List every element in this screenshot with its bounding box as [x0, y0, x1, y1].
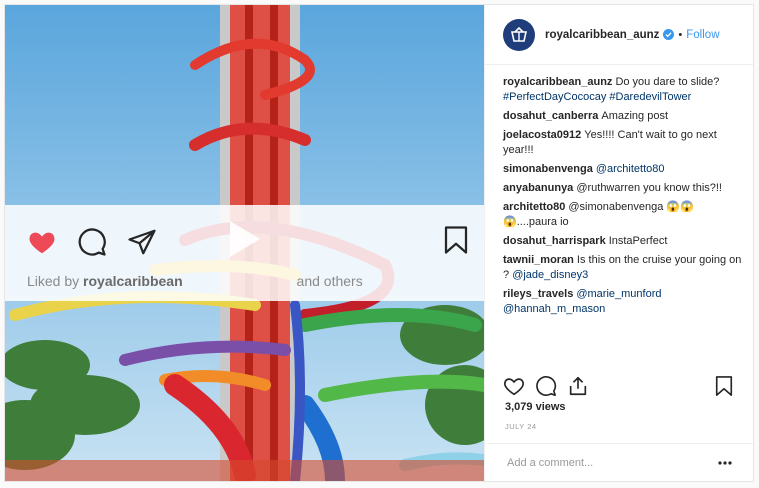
add-comment-bar: [485, 443, 753, 481]
comment-text: Do you dare to slide?: [615, 76, 720, 88]
comment-item: royalcaribbean_aunz Do you dare to slide?…: [503, 75, 743, 105]
comment-item: dosahut_canberra Amazing post: [503, 109, 743, 124]
liked-by-text: Liked by royalcaribbean and others: [27, 273, 363, 289]
post-details-panel: royalcaribbean_aunz • Follow royalcaribb…: [484, 5, 753, 481]
comment-input[interactable]: [505, 455, 717, 470]
account-username[interactable]: royalcaribbean_aunz: [545, 29, 659, 41]
view-count[interactable]: 3,079 views: [505, 401, 566, 413]
comment-user[interactable]: simonabenvenga: [503, 163, 593, 175]
post-video[interactable]: Liked by royalcaribbean and others: [5, 5, 484, 481]
comment-item: simonabenvenga @architetto80: [503, 162, 743, 177]
comment-button[interactable]: [533, 373, 559, 399]
bookmark-icon: [715, 376, 733, 396]
comment-text: @ruthwarren you know this?!!: [576, 182, 722, 194]
bookmark-icon: [444, 226, 468, 254]
liked-prefix: Liked by: [27, 273, 80, 289]
share-icon: [128, 229, 156, 255]
logo-icon: [511, 26, 527, 42]
more-icon: [718, 460, 732, 465]
action-bar: [501, 371, 737, 401]
comment-item: rileys_travels @marie_munford @hannah_m_m…: [503, 287, 743, 317]
comment-item: architetto80 @simonabenvenga 😱😱 😱....paur…: [503, 200, 743, 230]
comment-user[interactable]: architetto80: [503, 201, 565, 213]
comment-user[interactable]: dosahut_harrispark: [503, 235, 606, 247]
comment-text: Amazing post: [601, 110, 669, 122]
comment-user[interactable]: tawnii_moran: [503, 254, 574, 266]
comment-user[interactable]: anyabanunya: [503, 182, 573, 194]
comment-icon: [536, 376, 557, 396]
verified-badge-icon: [663, 29, 675, 40]
post-header: royalcaribbean_aunz • Follow: [485, 5, 753, 65]
comment-item: tawnii_moran Is this on the cruise your g…: [503, 253, 743, 283]
comment-mention[interactable]: @architetto80: [596, 163, 665, 175]
heart-icon: [29, 232, 55, 254]
share-button[interactable]: [565, 373, 591, 399]
comment-mention[interactable]: @jade_disney3: [512, 269, 588, 281]
post-date: JULY 24: [505, 422, 537, 431]
comments-list: royalcaribbean_aunz Do you dare to slide?…: [503, 75, 743, 321]
comment-item: joelacosta0912 Yes!!!! Can't wait to go n…: [503, 128, 743, 158]
comment-hashtags[interactable]: #PerfectDayCococay #DaredevilTower: [503, 91, 691, 103]
comment-user[interactable]: rileys_travels: [503, 288, 573, 300]
play-icon[interactable]: [220, 217, 264, 261]
follow-button[interactable]: Follow: [686, 29, 719, 41]
share-icon: [569, 376, 587, 396]
liked-user: royalcaribbean: [83, 273, 183, 289]
comment-user[interactable]: royalcaribbean_aunz: [503, 76, 612, 88]
avatar[interactable]: [503, 18, 535, 51]
separator-dot: •: [678, 28, 683, 41]
comment-text: InstaPerfect: [608, 235, 668, 247]
comment-icon: [78, 228, 106, 256]
heart-icon: [504, 378, 524, 396]
more-options-button[interactable]: [717, 455, 733, 471]
comment-user[interactable]: dosahut_canberra: [503, 110, 598, 122]
liked-suffix: and others: [296, 273, 363, 289]
comment-item: anyabanunya @ruthwarren you know this?!!: [503, 181, 743, 196]
comment-user[interactable]: joelacosta0912: [503, 129, 581, 141]
save-button[interactable]: [711, 373, 737, 399]
like-button[interactable]: [501, 373, 527, 399]
instagram-post: Liked by royalcaribbean and others royal…: [4, 4, 754, 482]
comment-item: dosahut_harrispark InstaPerfect: [503, 234, 743, 249]
